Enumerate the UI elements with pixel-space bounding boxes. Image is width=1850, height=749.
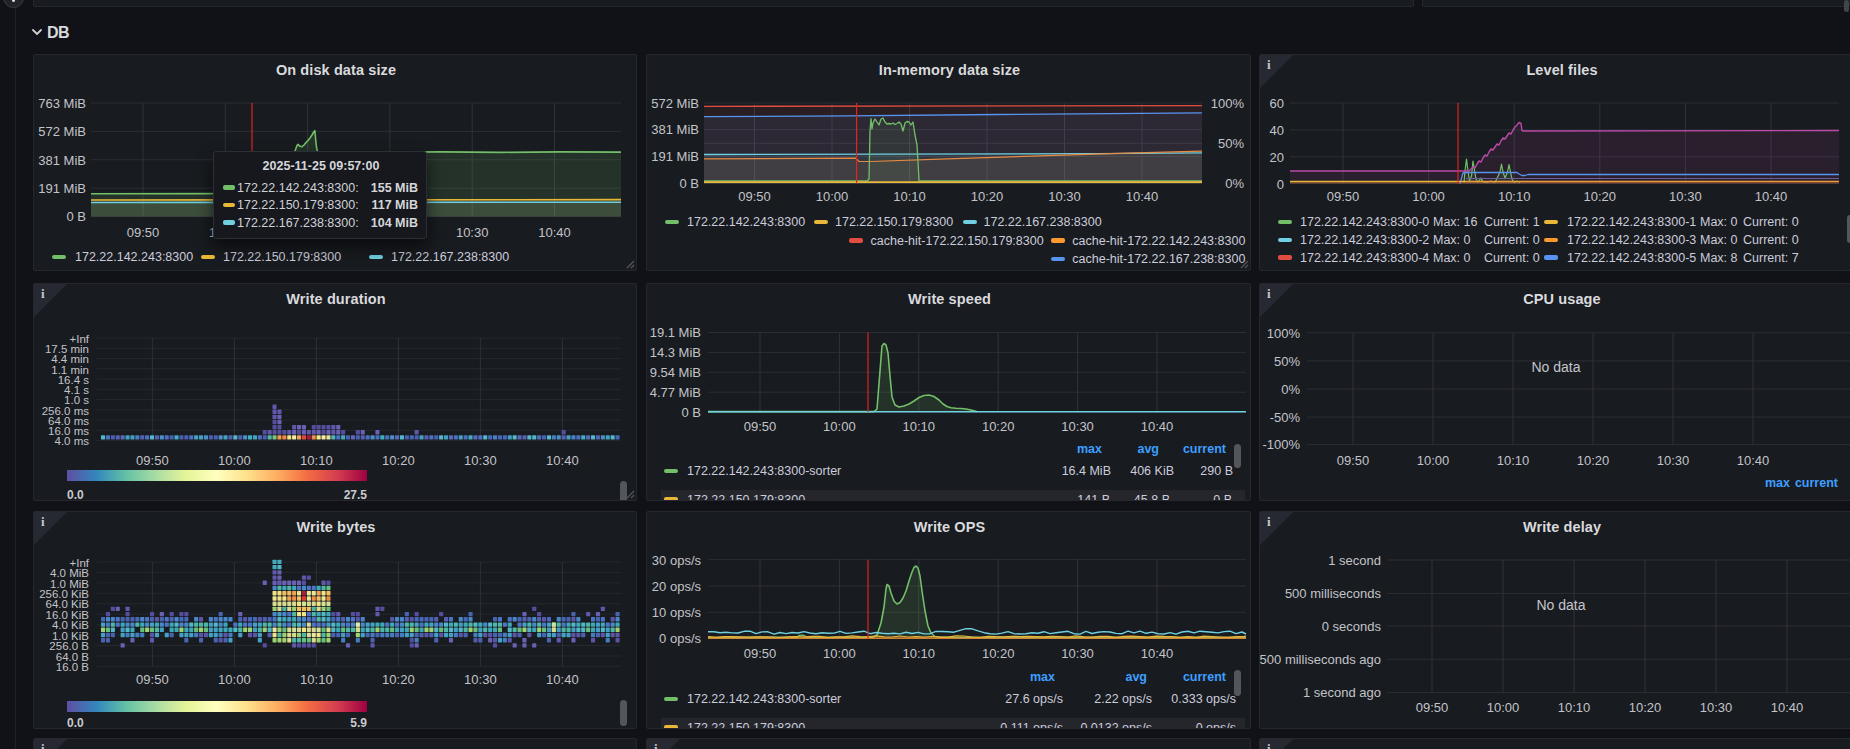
svg-text:i: i: [654, 741, 658, 749]
svg-text:i: i: [41, 741, 45, 749]
svg-text:i: i: [1267, 741, 1271, 749]
